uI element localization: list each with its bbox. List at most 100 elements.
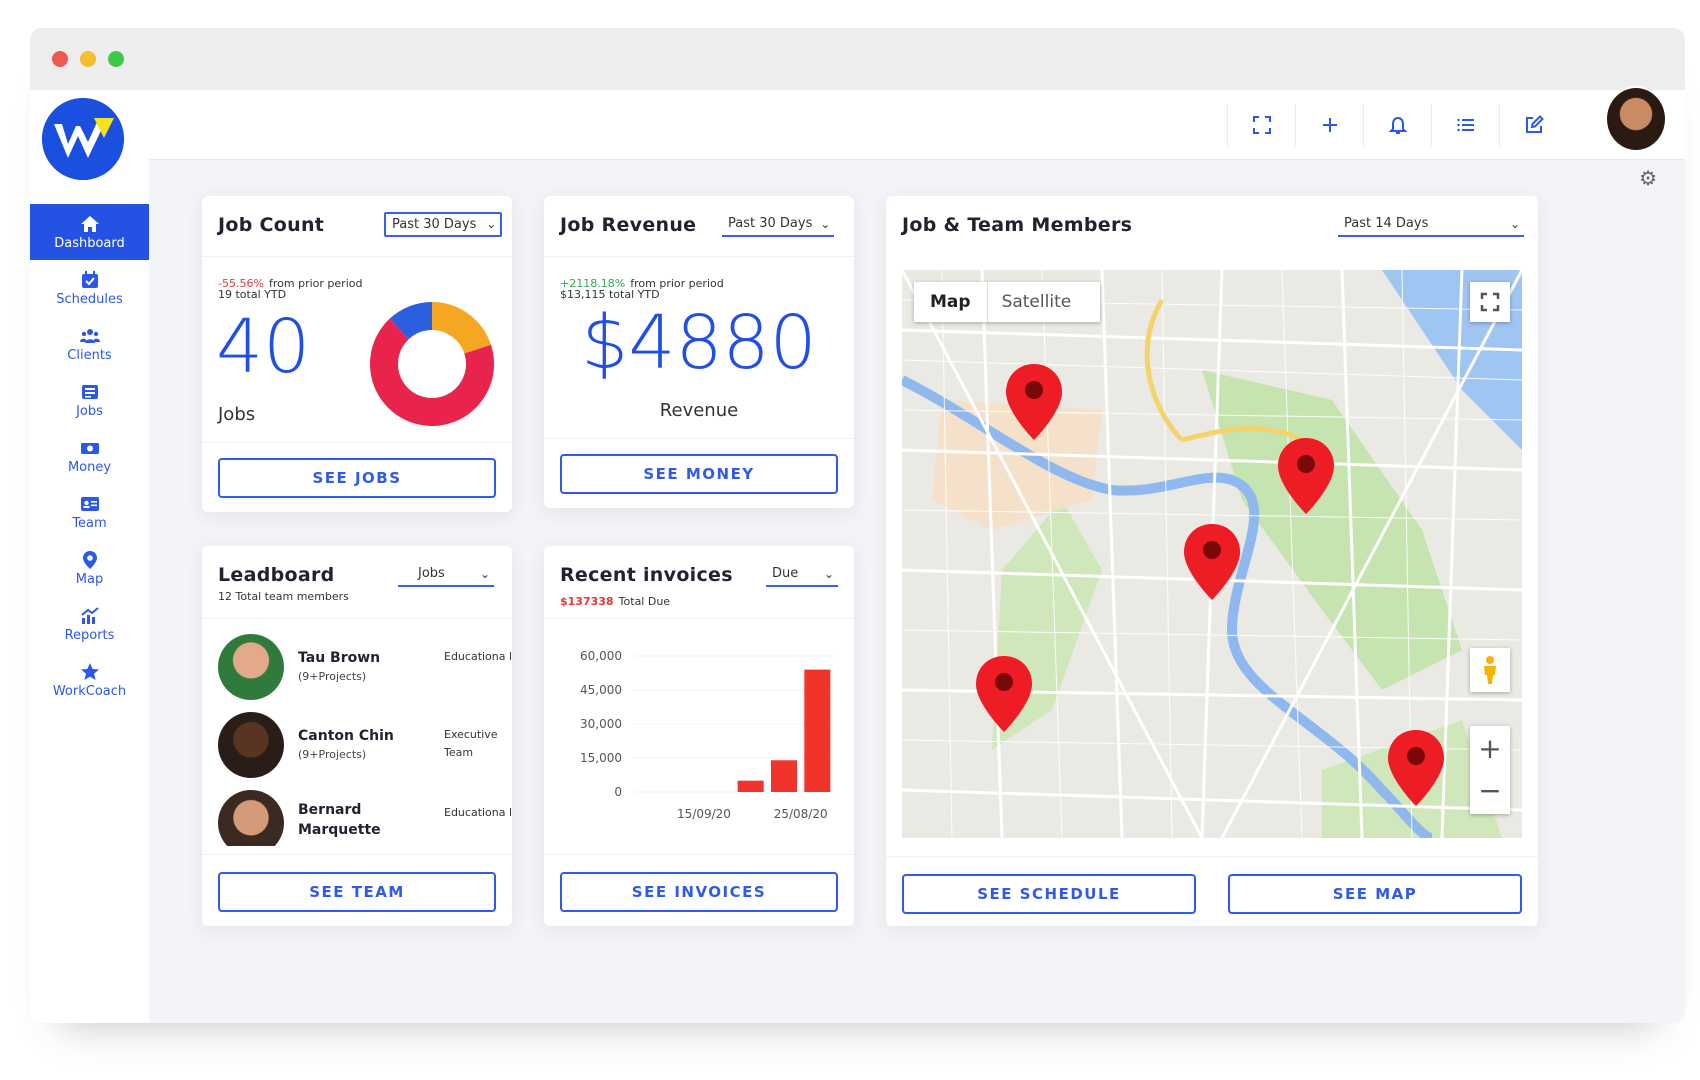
donut-slice: [431, 302, 491, 355]
sidebar-item-dashboard[interactable]: Dashboard: [30, 204, 149, 260]
invoices-filter-dropdown[interactable]: Due ⌄: [766, 564, 838, 587]
top-toolbar: [1227, 104, 1567, 146]
team-map-card: Job & Team Members Past 14 Days ⌄ Map Sa…: [886, 196, 1538, 926]
team-map-title: Job & Team Members: [902, 214, 1133, 236]
map-view[interactable]: Map Satellite + −: [902, 270, 1522, 838]
member-name: Bernard Marquette: [298, 802, 381, 838]
brand-logo[interactable]: [42, 98, 124, 180]
member-role: Educationa l: [444, 650, 513, 663]
leaderboard-card: Leadboard 12 Total team members Jobs ⌄ T…: [202, 546, 512, 926]
invoice-bar[interactable]: [737, 780, 764, 792]
close-window-dot[interactable]: [52, 51, 68, 67]
dropdown-value: Past 30 Days: [392, 217, 477, 232]
avatar: [218, 790, 284, 846]
invoices-bar-chart: 60,000 45,000 30,000 15,000 0 15/09/20 25/08/2…: [580, 649, 834, 821]
maximize-window-dot[interactable]: [108, 51, 124, 67]
sidebar-item-label: Team: [72, 515, 107, 531]
dropdown-value: Past 14 Days: [1344, 216, 1429, 231]
fullscreen-icon: [1480, 292, 1500, 312]
y-tick-label: 30,000: [580, 717, 622, 731]
add-button[interactable]: [1295, 104, 1363, 146]
job-count-donut-chart: [370, 302, 494, 426]
team-map-period-dropdown[interactable]: Past 14 Days ⌄: [1338, 214, 1524, 237]
leaderboard-subtitle: 12 Total team members: [218, 590, 349, 603]
job-count-card: Job Count Past 30 Days ⌄ -55.56% from pr…: [202, 196, 512, 512]
home-icon: [80, 215, 99, 232]
user-avatar[interactable]: [1605, 86, 1667, 152]
dropdown-value: Due: [772, 566, 799, 581]
card-divider: [544, 618, 854, 619]
map-tab-satellite[interactable]: Satellite: [988, 282, 1086, 322]
sidebar-item-jobs[interactable]: Jobs: [30, 372, 149, 428]
sidebar-item-schedules[interactable]: Schedules: [30, 260, 149, 316]
map-tab-map[interactable]: Map: [914, 282, 988, 322]
leaderboard-row[interactable]: Canton Chin (9+Projects) Executive Team: [218, 712, 518, 782]
job-revenue-unit: Revenue: [659, 400, 739, 421]
leaderboard-title: Leadboard: [218, 564, 335, 586]
sidebar-item-workcoach[interactable]: WorkCoach: [30, 652, 149, 708]
y-tick-label: 15,000: [580, 751, 622, 765]
invoice-bar[interactable]: [804, 669, 831, 792]
sidebar-item-label: WorkCoach: [52, 683, 127, 699]
leaderboard-row[interactable]: Bernard Marquette Educationa l: [218, 790, 518, 846]
job-revenue-card: Job Revenue Past 30 Days ⌄ +2118.18% fro…: [544, 196, 854, 508]
sidebar-item-team[interactable]: Team: [30, 484, 149, 540]
card-divider: [544, 438, 854, 439]
invoice-bar[interactable]: [771, 760, 797, 792]
donut-slice: [389, 302, 433, 340]
y-tick-label: 45,000: [580, 683, 622, 697]
avatar: [218, 634, 284, 700]
see-jobs-button[interactable]: SEE JOBS: [218, 458, 496, 498]
see-invoices-button[interactable]: SEE INVOICES: [560, 872, 838, 912]
map-tiles: [902, 270, 1522, 838]
x-tick-label: 15/09/20: [677, 807, 731, 821]
settings-gear-icon[interactable]: ⚙: [1639, 166, 1657, 190]
invoices-card: Recent invoices $137338 Total Due Due ⌄ …: [544, 546, 854, 926]
see-team-button[interactable]: SEE TEAM: [218, 872, 496, 912]
leaderboard-filter-dropdown[interactable]: Jobs ⌄: [398, 564, 494, 587]
tasks-button[interactable]: [1431, 104, 1499, 146]
map-fullscreen-button[interactable]: [1470, 282, 1510, 322]
invoices-title: Recent invoices: [560, 564, 733, 586]
invoices-total-label: Total Due: [618, 595, 671, 608]
sidebar: Dashboard Schedules Clients Jobs Money T…: [30, 90, 149, 1023]
job-revenue-period-dropdown[interactable]: Past 30 Days ⌄: [722, 214, 835, 237]
sidebar-item-money[interactable]: Money: [30, 428, 149, 484]
member-projects: (9+Projects): [298, 748, 367, 761]
card-divider: [202, 256, 512, 257]
money-icon: [80, 442, 99, 454]
card-divider: [544, 256, 854, 257]
street-view-pegman-button[interactable]: [1470, 648, 1510, 692]
leaderboard-row[interactable]: Tau Brown (9+Projects) Educationa l: [218, 634, 518, 704]
job-count-title: Job Count: [218, 214, 325, 236]
minimize-window-dot[interactable]: [80, 51, 96, 67]
edit-button[interactable]: [1499, 104, 1567, 146]
sidebar-item-map[interactable]: Map: [30, 540, 149, 596]
sidebar-item-clients[interactable]: Clients: [30, 316, 149, 372]
star-icon: [80, 662, 99, 680]
top-bar: [149, 86, 1685, 160]
expand-button[interactable]: [1227, 104, 1295, 146]
invoices-total-amount: $137338: [560, 595, 614, 608]
job-count-unit: Jobs: [218, 404, 256, 425]
zoom-out-icon[interactable]: −: [1478, 770, 1501, 812]
job-count-ytd: 19 total YTD: [218, 288, 287, 301]
dropdown-value: Past 30 Days: [728, 216, 813, 231]
zoom-in-icon[interactable]: +: [1478, 728, 1501, 770]
dropdown-value: Jobs: [418, 566, 445, 581]
sidebar-item-reports[interactable]: Reports: [30, 596, 149, 652]
sidebar-item-label: Map: [75, 571, 104, 587]
notifications-button[interactable]: [1363, 104, 1431, 146]
chevron-down-icon: ⌄: [486, 217, 497, 231]
job-count-period-dropdown[interactable]: Past 30 Days ⌄: [384, 212, 503, 237]
card-divider: [202, 854, 512, 855]
card-divider: [886, 856, 1538, 857]
chevron-down-icon: ⌄: [479, 567, 490, 581]
calendar-icon: [81, 270, 98, 288]
expand-icon: [1252, 116, 1271, 134]
see-map-button[interactable]: SEE MAP: [1228, 874, 1522, 914]
see-schedule-button[interactable]: SEE SCHEDULE: [902, 874, 1196, 914]
job-revenue-value: $4880: [581, 300, 817, 386]
map-zoom-control: + −: [1470, 726, 1510, 814]
see-money-button[interactable]: SEE MONEY: [560, 454, 838, 494]
